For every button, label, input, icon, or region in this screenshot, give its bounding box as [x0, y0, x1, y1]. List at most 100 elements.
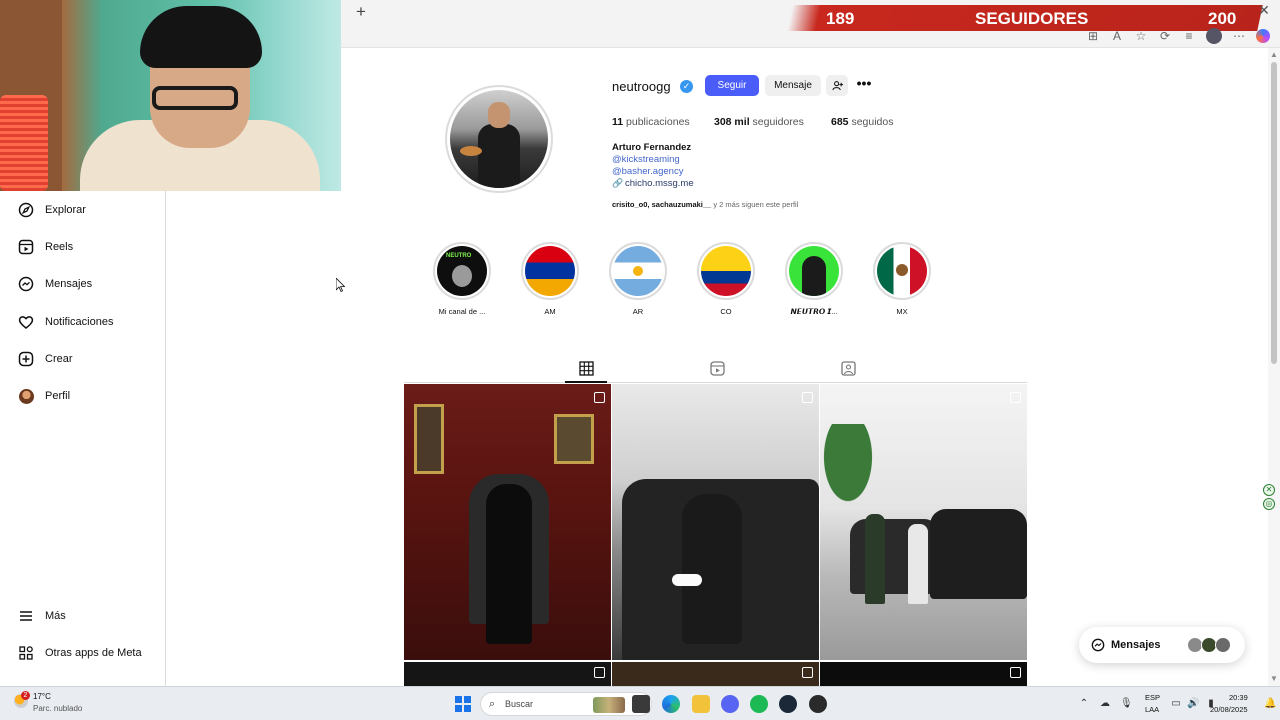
nav-explore-label: Explorar — [45, 204, 86, 216]
nav-reels[interactable]: Reels — [18, 236, 158, 258]
browser-menu-icon[interactable]: ⋯ — [1232, 29, 1246, 43]
nav-messages[interactable]: Mensajes — [18, 273, 158, 295]
nav-create-label: Crear — [45, 353, 73, 365]
tab-posts[interactable] — [578, 360, 594, 376]
tabs-divider — [404, 382, 1027, 383]
clock-time[interactable]: 20:39 — [1229, 693, 1248, 703]
nav-profile[interactable]: Perfil — [18, 385, 158, 407]
tab-reels[interactable] — [709, 360, 725, 376]
nav-notifications[interactable]: Notificaciones — [18, 311, 158, 333]
browser-profile-avatar[interactable] — [1206, 28, 1222, 44]
weather-description[interactable]: Parc. nublado — [33, 704, 82, 714]
post-tile[interactable] — [820, 662, 1027, 686]
nav-reels-label: Reels — [45, 241, 74, 253]
nav-meta-apps-label: Otras apps de Meta — [45, 647, 142, 659]
obs-icon[interactable] — [809, 695, 827, 713]
followers-label: seguidores — [752, 116, 804, 128]
webcam-hair — [140, 6, 262, 68]
stat-posts[interactable]: 11 publicaciones — [612, 115, 690, 129]
weather-alert-badge: 2 — [21, 691, 30, 700]
profile-avatar[interactable] — [450, 90, 548, 188]
file-explorer-icon[interactable] — [692, 695, 710, 713]
stat-following[interactable]: 685 seguidos — [831, 115, 893, 129]
nav-create[interactable]: Crear — [18, 348, 158, 370]
scroll-up-icon[interactable]: ▲ — [1270, 50, 1278, 59]
stat-followers[interactable]: 308 mil seguidores — [714, 115, 804, 129]
messages-floating-button[interactable]: Mensajes — [1079, 627, 1245, 663]
carousel-icon — [1010, 667, 1021, 678]
highlight-label: Mi canal de ... — [438, 307, 486, 316]
new-tab-icon[interactable]: + — [352, 3, 370, 21]
address-bar-icons: ⊞ A ☆ ⟳ ≡ ⋯ — [1086, 28, 1276, 44]
keyboard-layout[interactable]: LAA — [1145, 705, 1159, 715]
clock-date[interactable]: 20/08/2025 — [1210, 705, 1248, 715]
apps-icon — [18, 645, 34, 661]
following-label: seguidos — [851, 116, 894, 128]
nav-explore[interactable]: Explorar — [18, 199, 158, 221]
followers-count: 308 mil — [714, 116, 750, 128]
bio-mention-basher[interactable]: @basher.agency — [612, 166, 683, 178]
post-tile[interactable] — [612, 384, 819, 660]
suggest-users-icon[interactable] — [826, 75, 848, 96]
highlight-channel[interactable]: Mi canal de ... — [433, 242, 493, 322]
follow-button[interactable]: Seguir — [705, 75, 759, 96]
instagram-sidebar: Explorar Reels Mensajes Notificaciones C… — [0, 191, 166, 686]
search-icon: ⌕ — [489, 698, 496, 710]
highlight-neutro[interactable]: 𝙉𝙀𝙐𝙏𝙍𝙊 𝙄... — [785, 242, 845, 322]
message-button[interactable]: Mensaje — [765, 75, 821, 96]
grid-icon — [578, 360, 594, 376]
extensions-icon[interactable]: ⟳ — [1158, 29, 1172, 43]
discord-icon[interactable] — [721, 695, 739, 713]
spotify-icon[interactable] — [750, 695, 768, 713]
copilot-icon[interactable] — [1256, 29, 1270, 43]
microphone-icon[interactable]: 🎙 — [1120, 698, 1133, 710]
messenger-icon — [1091, 638, 1105, 652]
highlight-am[interactable]: AM — [521, 242, 581, 322]
tagged-icon — [840, 360, 856, 376]
following-count: 685 — [831, 116, 849, 128]
highlight-mx[interactable]: MX — [873, 242, 933, 322]
extension-settings-icon[interactable]: ◎ — [1263, 498, 1275, 510]
highlight-ar[interactable]: AR — [609, 242, 669, 322]
apps-grid-icon[interactable]: ⊞ — [1086, 29, 1100, 43]
weather-temperature[interactable]: 17°C — [33, 692, 51, 702]
windows-start-icon[interactable] — [455, 696, 471, 712]
network-icon[interactable]: ▭ — [1170, 698, 1182, 710]
bio-mention-kick[interactable]: @kickstreaming — [612, 154, 680, 166]
volume-icon[interactable]: 🔊 — [1187, 698, 1199, 710]
webcam-overlay — [0, 0, 341, 191]
scrollbar-thumb[interactable] — [1271, 62, 1277, 364]
steam-icon[interactable] — [779, 695, 797, 713]
notifications-icon[interactable]: 🔔 — [1264, 698, 1276, 710]
favorite-star-icon[interactable]: ☆ — [1134, 29, 1148, 43]
post-tile[interactable] — [404, 384, 611, 660]
tab-tagged[interactable] — [840, 360, 856, 376]
highlight-co[interactable]: CO — [697, 242, 757, 322]
taskbar-search[interactable]: ⌕ Buscar — [480, 692, 652, 716]
close-window-icon[interactable]: ✕ — [1256, 2, 1272, 18]
onedrive-icon[interactable]: ☁ — [1099, 698, 1111, 710]
extension-close-icon[interactable]: ✕ — [1263, 484, 1275, 496]
nav-messages-label: Mensajes — [45, 278, 93, 290]
language-code[interactable]: ESP — [1145, 693, 1160, 703]
more-options-icon[interactable]: ••• — [855, 76, 873, 94]
nav-meta-apps[interactable]: Otras apps de Meta — [18, 642, 158, 664]
read-aloud-icon[interactable]: A — [1110, 29, 1124, 43]
followed-by-names: crisito_o0, sachauzumaki__ — [612, 200, 712, 209]
messenger-icon — [18, 276, 34, 292]
tray-expand-icon[interactable]: ⌃ — [1078, 698, 1090, 710]
favorites-list-icon[interactable]: ≡ — [1182, 29, 1196, 43]
post-tile[interactable] — [612, 662, 819, 686]
page-scrollbar[interactable]: ▲ ▼ — [1268, 48, 1280, 686]
bio-external-link[interactable]: chicho.mssg.me — [625, 178, 694, 190]
carousel-icon — [802, 667, 813, 678]
task-view-icon[interactable] — [632, 695, 650, 713]
followed-by-line[interactable]: crisito_o0, sachauzumaki__ y 2 más sigue… — [612, 199, 798, 210]
nav-more[interactable]: Más — [18, 605, 158, 627]
post-tile[interactable] — [404, 662, 611, 686]
edge-browser-icon[interactable] — [662, 695, 680, 713]
scroll-down-icon[interactable]: ▼ — [1270, 674, 1278, 683]
post-tile[interactable] — [820, 384, 1027, 660]
followers-label: SEGUIDORES — [975, 9, 1089, 28]
screen: + 189 SEGUIDORES 200 ✕ ⊞ A ☆ ⟳ ≡ ⋯ ▲ ▼ ✕… — [0, 0, 1280, 720]
